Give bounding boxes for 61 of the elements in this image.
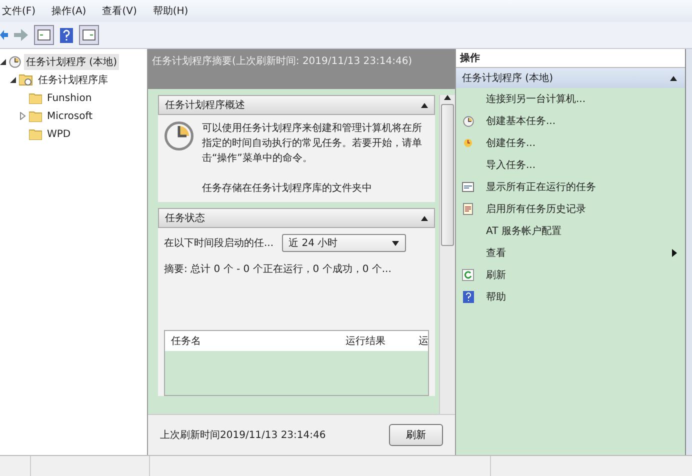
expanded-icon[interactable] xyxy=(0,59,6,65)
tree-item[interactable]: 任务计划程序库 xyxy=(36,72,110,88)
panel-title: 任务状态 xyxy=(165,212,205,225)
panel-header[interactable]: 任务状态 xyxy=(158,208,435,228)
pane-toggle-icon[interactable] xyxy=(34,25,54,45)
folder-icon xyxy=(29,92,42,104)
expand-arrow-icon[interactable] xyxy=(20,112,26,120)
column-header[interactable]: 任务名 xyxy=(165,334,340,348)
menu-item[interactable]: 文件(F) xyxy=(0,4,38,18)
scroll-up-icon xyxy=(444,95,451,100)
status-summary: 摘要: 总计 0 个 - 0 个正在运行，0 个成功，0 个... xyxy=(164,262,392,276)
action-item[interactable]: 创建任务... xyxy=(456,132,685,154)
action-item[interactable]: AT 服务帐户配置 xyxy=(456,220,685,242)
action-item[interactable]: 查看 xyxy=(456,242,685,264)
help-icon[interactable] xyxy=(60,28,73,42)
summary-title: 任务计划程序摘要(上次刷新时间: 2019/11/13 23:14:46) xyxy=(148,49,455,89)
tree-item[interactable]: 任务计划程序 (本地) xyxy=(24,54,119,70)
actions-title: 操作 xyxy=(456,49,685,68)
action-item[interactable]: 刷新 xyxy=(456,264,685,286)
clock-icon xyxy=(164,121,194,151)
help-icon xyxy=(462,291,474,303)
expanded-icon[interactable] xyxy=(10,77,16,83)
clock-icon xyxy=(462,116,474,126)
action-item[interactable]: 连接到另一台计算机... xyxy=(456,88,685,110)
scrollbar[interactable] xyxy=(439,95,455,414)
column-header[interactable]: 运行结果 xyxy=(339,334,412,348)
folder-clock-icon xyxy=(19,74,33,86)
action-item[interactable]: 启用所有任务历史记录 xyxy=(456,198,685,220)
panel-header[interactable]: 任务计划程序概述 xyxy=(158,95,435,115)
clock-icon xyxy=(9,56,21,68)
refresh-button[interactable]: 刷新 xyxy=(389,424,443,446)
filter-label: 在以下时间段启动的任... xyxy=(164,236,274,250)
menu-item[interactable]: 帮助(H) xyxy=(150,4,190,18)
action-item[interactable]: 导入任务... xyxy=(456,154,685,176)
action-item[interactable]: 显示所有正在运行的任务 xyxy=(456,176,685,198)
overview-text: 可以使用任务计划程序来创建和管理计算机将在所指定的时间自动执行的常见任务。若要开始，请单击“操作”菜单中的命令。 任务存储在任务计划程序库的文件夹中 xyxy=(202,122,423,196)
document-icon xyxy=(463,203,473,215)
action-item[interactable]: 创建基本任务... xyxy=(456,110,685,132)
panel-title: 任务计划程序概述 xyxy=(165,98,245,112)
column-header[interactable]: 运 xyxy=(412,334,428,348)
collapse-icon xyxy=(421,216,428,220)
menu-item[interactable]: 查看(V) xyxy=(100,4,139,18)
tree-item[interactable]: Microsoft xyxy=(45,110,95,122)
menu-item[interactable]: 操作(A) xyxy=(50,4,88,18)
last-refresh-text: 上次刷新时间2019/11/13 23:14:46 xyxy=(160,428,326,442)
folder-icon xyxy=(29,128,42,140)
actions-group-header[interactable]: 任务计划程序 (本地) xyxy=(456,68,685,88)
time-range-dropdown[interactable]: 近 24 小时 xyxy=(282,234,406,252)
refresh-icon xyxy=(462,269,474,281)
dropdown-caret-icon xyxy=(392,240,399,246)
collapse-icon xyxy=(421,102,428,108)
action-pane-icon[interactable] xyxy=(79,25,99,45)
submenu-arrow-icon xyxy=(672,249,677,257)
folder-icon xyxy=(29,110,42,122)
task-icon xyxy=(463,138,473,148)
window-list-icon xyxy=(462,182,474,192)
back-icon[interactable] xyxy=(0,30,8,40)
tree-item[interactable]: Funshion xyxy=(45,92,94,104)
collapse-icon xyxy=(670,76,677,80)
action-item[interactable]: 帮助 xyxy=(456,286,685,308)
tree-item[interactable]: WPD xyxy=(45,128,73,140)
